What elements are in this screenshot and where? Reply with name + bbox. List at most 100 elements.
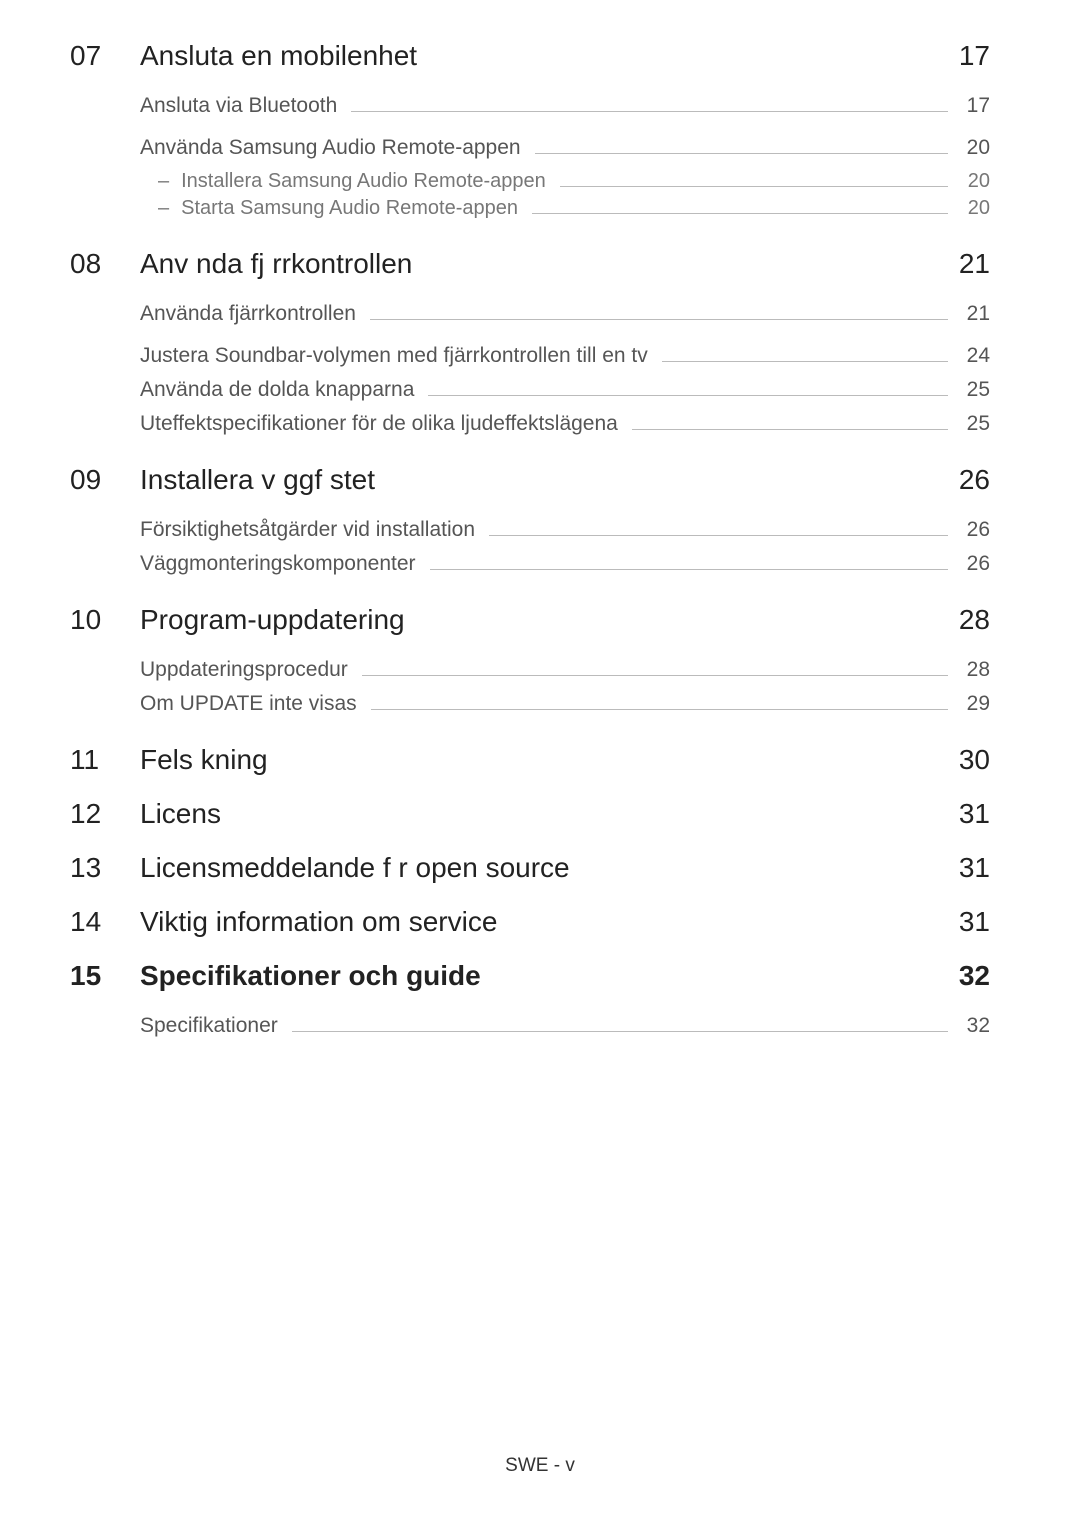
- section-title: Anv nda fj rrkontrollen: [140, 248, 959, 280]
- toc-section-heading[interactable]: 08Anv nda fj rrkontrollen21: [70, 248, 990, 280]
- entry-page: 26: [960, 518, 990, 542]
- toc-entry[interactable]: Om UPDATE inte visas 29: [140, 692, 990, 716]
- section-page: 28: [959, 604, 990, 636]
- section-number: 09: [70, 464, 140, 496]
- entry-page: 24: [960, 344, 990, 368]
- toc-entry[interactable]: Använda de dolda knapparna 25: [140, 378, 990, 402]
- section-number: 07: [70, 40, 140, 72]
- toc-entry-group: Justera Soundbar-volymen med fjärrkontro…: [140, 344, 990, 436]
- leader-line: [662, 361, 948, 362]
- entry-page: 29: [960, 692, 990, 716]
- section-title: Fels kning: [140, 744, 959, 776]
- section-number: 15: [70, 960, 140, 992]
- section-page: 17: [959, 40, 990, 72]
- leader-line: [428, 395, 948, 396]
- toc-section-heading[interactable]: 09Installera v ggf stet26: [70, 464, 990, 496]
- entry-title: Använda de dolda knapparna: [140, 378, 414, 402]
- toc-section: 15Specifikationer och guide32Specifikati…: [70, 960, 990, 1038]
- toc-entry-group: Använda Samsung Audio Remote-appen20–Ins…: [140, 136, 990, 220]
- toc-section: 08Anv nda fj rrkontrollen21Använda fjärr…: [70, 248, 990, 436]
- entry-title: Ansluta via Bluetooth: [140, 94, 337, 118]
- entry-title: Om UPDATE inte visas: [140, 692, 357, 716]
- toc-section-heading[interactable]: 15Specifikationer och guide32: [70, 960, 990, 992]
- entry-page: 25: [960, 412, 990, 436]
- toc-entry-group: Försiktighetsåtgärder vid installation 26…: [140, 518, 990, 576]
- leader-line: [489, 535, 948, 536]
- toc-entry[interactable]: Uppdateringsprocedur28: [140, 658, 990, 682]
- entry-title: Specifikationer: [140, 1014, 278, 1038]
- toc-subentry[interactable]: –Installera Samsung Audio Remote-appen 20: [158, 170, 990, 193]
- toc-entry[interactable]: Ansluta via Bluetooth 17: [140, 94, 990, 118]
- section-title: Ansluta en mobilenhet: [140, 40, 959, 72]
- toc-section-heading[interactable]: 13Licensmeddelande f r open source31: [70, 852, 990, 884]
- section-number: 12: [70, 798, 140, 830]
- leader-line: [362, 675, 948, 676]
- leader-line: [292, 1031, 948, 1032]
- leader-line: [351, 111, 948, 112]
- entry-title: Justera Soundbar-volymen med fjärrkontro…: [140, 344, 648, 368]
- leader-line: [371, 709, 948, 710]
- toc-section-heading[interactable]: 12Licens31: [70, 798, 990, 830]
- toc-entries: Använda fjärrkontrollen 21 Justera Soundba…: [140, 302, 990, 436]
- entry-page: 21: [960, 302, 990, 326]
- section-title: Program-uppdatering: [140, 604, 959, 636]
- section-number: 08: [70, 248, 140, 280]
- toc-entry[interactable]: Väggmonteringskomponenter 26: [140, 552, 990, 576]
- entry-page: 26: [960, 552, 990, 576]
- toc-entry[interactable]: Använda fjärrkontrollen 21: [140, 302, 990, 326]
- entry-page: 25: [960, 378, 990, 402]
- subentry-title: Installera Samsung Audio Remote-appen: [181, 170, 546, 193]
- toc-entry-group: Uppdateringsprocedur28 Om UPDATE inte vis…: [140, 658, 990, 716]
- entry-title: Använda fjärrkontrollen: [140, 302, 356, 326]
- toc-section-heading[interactable]: 07Ansluta en mobilenhet17: [70, 40, 990, 72]
- toc-entries: Specifikationer 32: [140, 1014, 990, 1038]
- entry-page: 20: [960, 136, 990, 160]
- entry-page: 17: [960, 94, 990, 118]
- toc-entry[interactable]: Justera Soundbar-volymen med fjärrkontro…: [140, 344, 990, 368]
- subentry-page: 20: [960, 170, 990, 193]
- section-page: 32: [959, 960, 990, 992]
- leader-line: [370, 319, 948, 320]
- dash-icon: –: [158, 197, 169, 220]
- toc-entries: Uppdateringsprocedur28 Om UPDATE inte vis…: [140, 658, 990, 716]
- section-page: 31: [959, 906, 990, 938]
- entry-title: Använda Samsung Audio Remote-appen: [140, 136, 521, 160]
- toc-section: 10Program-uppdatering28 Uppdateringsproce…: [70, 604, 990, 716]
- toc-section: 13Licensmeddelande f r open source31: [70, 852, 990, 884]
- toc-section-heading[interactable]: 10Program-uppdatering28: [70, 604, 990, 636]
- subentry-page: 20: [960, 197, 990, 220]
- section-page: 30: [959, 744, 990, 776]
- section-title: Installera v ggf stet: [140, 464, 959, 496]
- leader-line: [535, 153, 948, 154]
- leader-line: [560, 186, 948, 187]
- entry-title: Väggmonteringskomponenter: [140, 552, 416, 576]
- entry-page: 32: [960, 1014, 990, 1038]
- toc-entries: Försiktighetsåtgärder vid installation 26…: [140, 518, 990, 576]
- section-page: 21: [959, 248, 990, 280]
- toc-entry[interactable]: Använda Samsung Audio Remote-appen 20: [140, 136, 990, 160]
- section-title: Specifikationer och guide: [140, 960, 959, 992]
- entry-title: Uteffektspecifikationer för de olika lju…: [140, 412, 618, 436]
- toc-entry-group: Använda fjärrkontrollen 21: [140, 302, 990, 326]
- toc-entry[interactable]: Försiktighetsåtgärder vid installation 26: [140, 518, 990, 542]
- dash-icon: –: [158, 170, 169, 193]
- toc-section: 14Viktig information om service31: [70, 906, 990, 938]
- subentry-title: Starta Samsung Audio Remote-appen: [181, 197, 518, 220]
- toc-section-heading[interactable]: 11Fels kning30: [70, 744, 990, 776]
- toc-entry[interactable]: Uteffektspecifikationer för de olika lju…: [140, 412, 990, 436]
- section-title: Viktig information om service: [140, 906, 959, 938]
- toc-section: 12Licens31: [70, 798, 990, 830]
- entry-title: Försiktighetsåtgärder vid installation: [140, 518, 475, 542]
- section-number: 10: [70, 604, 140, 636]
- toc-entry[interactable]: Specifikationer 32: [140, 1014, 990, 1038]
- toc-subentry[interactable]: –Starta Samsung Audio Remote-appen 20: [158, 197, 990, 220]
- section-number: 13: [70, 852, 140, 884]
- section-page: 31: [959, 798, 990, 830]
- toc-section: 07Ansluta en mobilenhet17Ansluta via Blu…: [70, 40, 990, 220]
- toc-entries: Ansluta via Bluetooth 17 Använda Samsung A…: [140, 94, 990, 220]
- section-page: 31: [959, 852, 990, 884]
- entry-title: Uppdateringsprocedur: [140, 658, 348, 682]
- toc-section-heading[interactable]: 14Viktig information om service31: [70, 906, 990, 938]
- section-number: 11: [70, 744, 140, 776]
- toc-section: 09Installera v ggf stet26Försiktighetsåt…: [70, 464, 990, 576]
